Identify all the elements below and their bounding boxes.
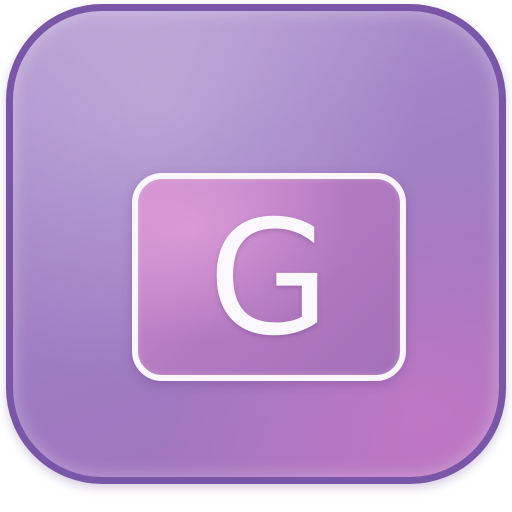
letter-badge: G [132,173,406,381]
canvas: G [0,0,512,512]
badge-letter: G [207,187,331,371]
app-icon[interactable]: G [6,4,506,484]
